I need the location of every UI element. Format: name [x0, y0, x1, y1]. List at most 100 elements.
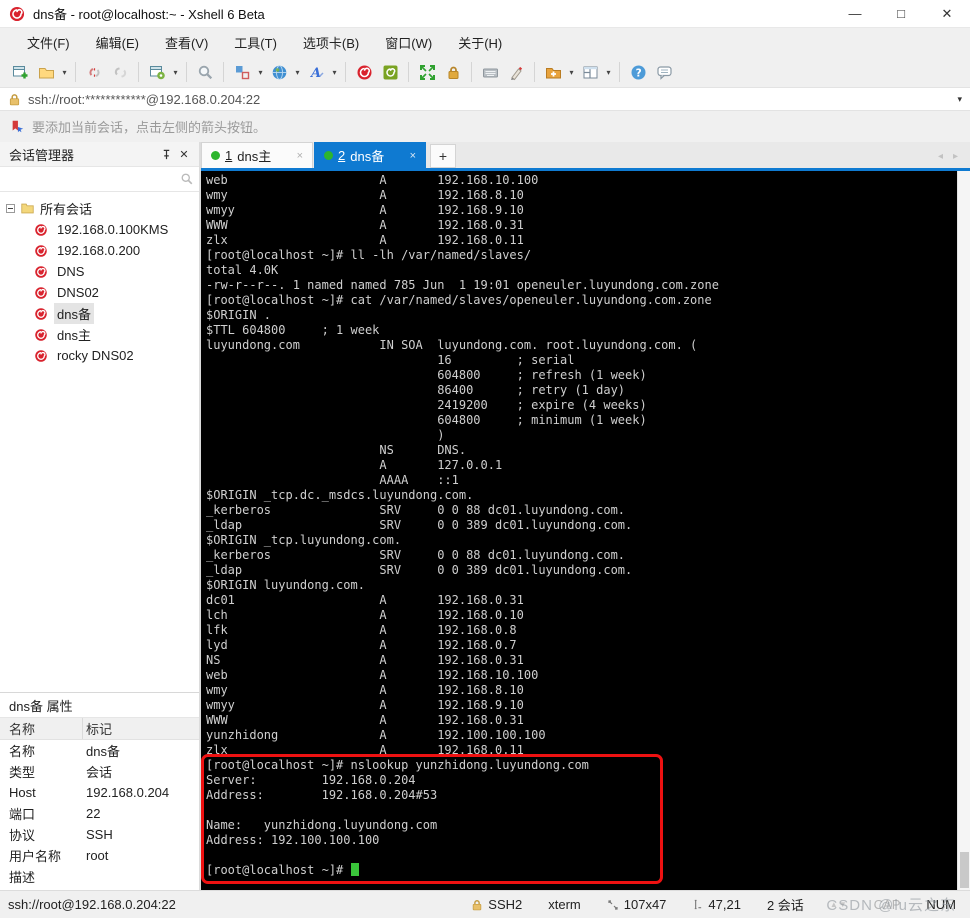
tab-close-icon[interactable]: × — [400, 150, 416, 162]
lock-screen-icon[interactable] — [441, 60, 465, 84]
session-item-label[interactable]: 192.168.0.200 — [54, 242, 143, 259]
web-browser-dropdown[interactable]: ▾ — [293, 68, 302, 77]
session-item[interactable]: rocky DNS02 — [0, 345, 199, 366]
scrollbar-thumb[interactable] — [960, 852, 969, 888]
terminal[interactable]: web A 192.168.10.100 wmy A 192.168.8.10 wm… — [201, 171, 970, 890]
session-item-label[interactable]: dns备 — [54, 303, 94, 324]
menu-item[interactable]: 关于(H) — [445, 28, 515, 57]
session-item-label[interactable]: DNS02 — [54, 284, 102, 301]
panel-close-icon[interactable]: ✕ — [175, 145, 193, 163]
minimize-button[interactable]: — — [832, 0, 878, 27]
virtual-keyboard-icon[interactable] — [478, 60, 502, 84]
session-item-label[interactable]: DNS — [54, 263, 87, 280]
terminal-line: $ORIGIN _tcp.luyundong.com. — [206, 533, 402, 547]
toolbar-separator — [75, 62, 76, 82]
session-item[interactable]: dns备 — [0, 303, 199, 324]
session-item[interactable]: 192.168.0.200 — [0, 240, 199, 261]
session-tree: 所有会话 192.168.0.100KMS 192.168.0.200 DNS … — [0, 192, 199, 692]
property-key: 类型 — [9, 765, 36, 780]
new-session-folder-icon[interactable] — [541, 60, 565, 84]
maximize-button[interactable]: □ — [878, 0, 924, 27]
terminal-pane: 1 dns主 × 2 dns备 × + ◂ ▸ web A 192.168.10… — [201, 142, 970, 890]
open-folder-icon[interactable] — [34, 60, 58, 84]
tab-dns-slave[interactable]: 2 dns备 × — [314, 142, 426, 168]
address-dropdown-icon[interactable]: ▾ — [957, 94, 962, 105]
tile-windows-icon[interactable] — [578, 60, 602, 84]
address-url[interactable]: ssh://root:************@192.168.0.204:22 — [28, 92, 957, 107]
new-session-icon[interactable] — [8, 60, 32, 84]
main-area: 会话管理器 ✕ 所有会话 192.168.0.100KMS 192.168.0.… — [0, 142, 970, 890]
tab-scroll-left-icon[interactable]: ◂ — [938, 151, 943, 162]
address-bar[interactable]: ssh://root:************@192.168.0.204:22… — [0, 87, 970, 111]
session-item-label[interactable]: rocky DNS02 — [54, 347, 137, 364]
tab-number: 1 — [225, 148, 233, 163]
menu-item[interactable]: 查看(V) — [152, 28, 221, 57]
terminal-line: WWW A 192.168.0.31 — [206, 218, 524, 232]
terminal-line: yunzhidong A 192.100.100.100 — [206, 728, 546, 742]
tab-dns-master[interactable]: 1 dns主 × — [201, 142, 313, 168]
terminal-scrollbar[interactable] — [957, 171, 970, 890]
session-item-label[interactable]: dns主 — [54, 324, 94, 345]
terminal-line: Name: yunzhidong.luyundong.com — [206, 818, 438, 832]
property-value: 192.168.0.204 — [86, 785, 170, 800]
property-key: 协议 — [9, 828, 36, 843]
terminal-line: lch A 192.168.0.10 — [206, 608, 524, 622]
pin-icon[interactable] — [157, 145, 175, 163]
property-row: 类型 会话 — [0, 761, 199, 782]
help-icon[interactable]: ? — [626, 60, 650, 84]
status-cursor-position: 47,21 — [692, 897, 741, 912]
session-item[interactable]: dns主 — [0, 324, 199, 345]
property-row: 描述 — [0, 866, 199, 887]
fullscreen-icon[interactable] — [415, 60, 439, 84]
tab-scroll-right-icon[interactable]: ▸ — [953, 151, 958, 162]
menu-item[interactable]: 工具(T) — [221, 28, 290, 57]
find-icon[interactable] — [193, 60, 217, 84]
terminal-line: dc01 A 192.168.0.31 — [206, 593, 524, 607]
web-browser-icon[interactable] — [267, 60, 291, 84]
resize-icon — [608, 899, 618, 910]
close-button[interactable]: ✕ — [924, 0, 970, 27]
reconnect-icon[interactable] — [108, 60, 132, 84]
xshell-app-icon — [9, 6, 25, 21]
terminal-prompt: [root@localhost ~]# — [206, 863, 351, 877]
new-tab-button[interactable]: + — [430, 144, 456, 168]
disconnect-icon[interactable] — [82, 60, 106, 84]
font-dropdown[interactable]: ▾ — [330, 68, 339, 77]
toolbar-separator — [138, 62, 139, 82]
folder-icon — [21, 203, 34, 214]
tile-windows-dropdown[interactable]: ▾ — [604, 68, 613, 77]
session-item[interactable]: DNS — [0, 261, 199, 282]
font-icon[interactable]: A — [304, 60, 328, 84]
feedback-icon[interactable] — [652, 60, 676, 84]
property-row: 端口 22 — [0, 803, 199, 824]
terminal-line: $TTL 604800 ; 1 week — [206, 323, 380, 337]
xftp-logo-icon[interactable] — [378, 60, 402, 84]
property-value: dns备 — [86, 744, 120, 759]
session-properties-dropdown[interactable]: ▾ — [171, 68, 180, 77]
session-search-box[interactable] — [0, 167, 199, 192]
session-item[interactable]: 192.168.0.100KMS — [0, 219, 199, 240]
menu-item[interactable]: 选项卡(B) — [290, 28, 372, 57]
session-item-label[interactable]: 192.168.0.100KMS — [54, 221, 171, 238]
menu-item[interactable]: 文件(F) — [14, 28, 83, 57]
menu-item[interactable]: 编辑(E) — [83, 28, 152, 57]
highlighter-icon[interactable] — [504, 60, 528, 84]
session-properties-icon[interactable] — [145, 60, 169, 84]
terminal-line: NS DNS. — [206, 443, 467, 457]
status-lock-icon — [473, 899, 482, 910]
layout-icon[interactable] — [230, 60, 254, 84]
xshell-logo-icon[interactable] — [352, 60, 376, 84]
session-search-input[interactable] — [5, 169, 180, 189]
tab-close-icon[interactable]: × — [287, 150, 303, 162]
terminal-line: web A 192.168.10.100 — [206, 173, 539, 187]
xshell-session-icon — [35, 223, 47, 236]
menu-item[interactable]: 窗口(W) — [372, 28, 445, 57]
new-session-folder-dropdown[interactable]: ▾ — [567, 68, 576, 77]
terminal-line: wmy A 192.168.8.10 — [206, 683, 524, 697]
terminal-line: _ldap SRV 0 0 389 dc01.luyundong.com. — [206, 518, 633, 532]
session-item[interactable]: DNS02 — [0, 282, 199, 303]
collapse-icon[interactable] — [6, 204, 15, 213]
session-tree-root[interactable]: 所有会话 — [0, 198, 199, 219]
open-folder-dropdown[interactable]: ▾ — [60, 68, 69, 77]
layout-dropdown[interactable]: ▾ — [256, 68, 265, 77]
